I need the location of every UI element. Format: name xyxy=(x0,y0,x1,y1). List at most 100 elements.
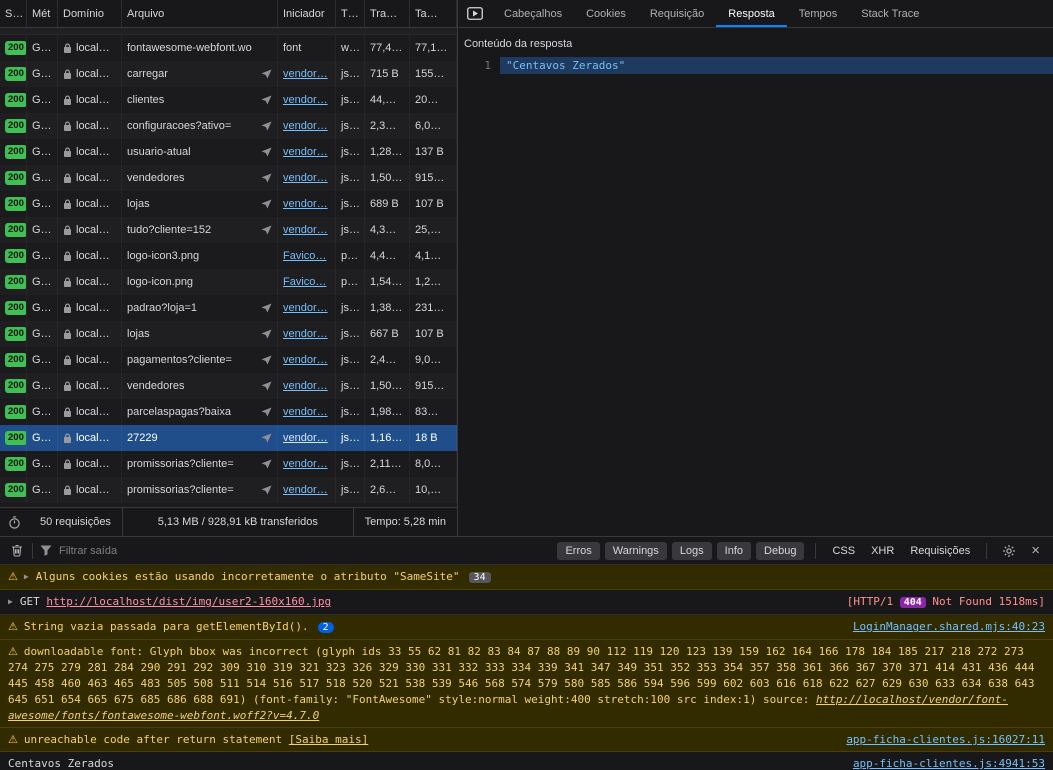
column-header[interactable]: Tra… xyxy=(365,0,410,27)
network-request-row[interactable]: 200 G… local… promissorias?cliente= vend… xyxy=(0,477,457,503)
network-request-row[interactable]: 200 G… local… lojas vendor… js… 667 B 10… xyxy=(0,321,457,347)
initiator-cell[interactable]: vendor… xyxy=(278,113,336,139)
console-message[interactable]: ⚠String vazia passada para getElementByI… xyxy=(0,615,1053,640)
response-line[interactable]: 1 "Centavos Zerados" xyxy=(458,57,1053,74)
initiator-link[interactable]: vendor… xyxy=(283,328,328,340)
source-location-link[interactable]: app-ficha-clientes.js:4941:53 xyxy=(853,757,1045,770)
initiator-cell[interactable]: vendor… xyxy=(278,61,336,87)
initiator-link[interactable]: vendor… xyxy=(283,198,328,210)
console-filter-toggle[interactable]: Info xyxy=(717,542,751,560)
play-panel-icon[interactable] xyxy=(458,0,492,27)
console-filter-toggle[interactable]: Logs xyxy=(672,542,712,560)
network-request-row[interactable]: 200 G… local… logo-icon3.png Favico… p… … xyxy=(0,243,457,269)
details-tab[interactable]: Tempos xyxy=(787,0,850,27)
column-header[interactable]: T… xyxy=(336,0,365,27)
console-message[interactable]: Centavos Zeradosapp-ficha-clientes.js:49… xyxy=(0,752,1053,770)
initiator-cell[interactable]: Favico… xyxy=(278,243,336,269)
initiator-link[interactable]: vendor… xyxy=(283,302,328,314)
console-message[interactable]: ▶GET http://localhost/dist/img/user2-160… xyxy=(0,590,1053,615)
details-tab[interactable]: Stack Trace xyxy=(849,0,931,27)
initiator-cell[interactable]: font xyxy=(278,35,336,61)
initiator-cell[interactable]: vendor… xyxy=(278,87,336,113)
console-filter-toggle[interactable]: Warnings xyxy=(605,542,667,560)
details-tab[interactable]: Cabeçalhos xyxy=(492,0,574,27)
close-split-console-icon[interactable]: × xyxy=(1025,543,1046,558)
expand-caret-icon[interactable]: ▶ xyxy=(8,597,13,606)
network-request-list[interactable]: 200 G… local… fontawesome-webfont.wo fon… xyxy=(0,35,457,507)
initiator-cell[interactable]: vendor… xyxy=(278,295,336,321)
column-header[interactable]: Iniciador xyxy=(278,0,336,27)
initiator-link[interactable]: vendor… xyxy=(283,68,328,80)
network-request-row[interactable]: 200 G… local… configuracoes?ativo= vendo… xyxy=(0,113,457,139)
console-message[interactable]: ⚠downloadable font: Glyph bbox was incor… xyxy=(0,640,1053,728)
column-header[interactable]: Mét xyxy=(27,0,58,27)
expand-caret-icon[interactable]: ▶ xyxy=(24,572,29,581)
initiator-link[interactable]: Favico… xyxy=(283,276,326,288)
initiator-cell[interactable]: vendor… xyxy=(278,139,336,165)
source-location-link[interactable]: LoginManager.shared.mjs:40:23 xyxy=(853,620,1045,633)
initiator-cell[interactable]: Favico… xyxy=(278,269,336,295)
initiator-link[interactable]: vendor… xyxy=(283,458,328,470)
column-header[interactable]: S… xyxy=(0,0,27,27)
network-request-row[interactable]: 200 G… local… usuario-atual vendor… js… … xyxy=(0,139,457,165)
details-tab[interactable]: Resposta xyxy=(716,0,786,27)
console-filter-input[interactable] xyxy=(59,545,249,557)
network-request-row[interactable]: 200 G… local… promissorias?cliente= vend… xyxy=(0,451,457,477)
message-content: ▶GET http://localhost/dist/img/user2-160… xyxy=(8,594,833,610)
initiator-link[interactable]: vendor… xyxy=(283,172,328,184)
initiator-cell[interactable]: vendor… xyxy=(278,451,336,477)
source-location-link[interactable]: app-ficha-clientes.js:16027:11 xyxy=(846,733,1045,746)
network-request-row[interactable]: 200 G… local… pagamentos?cliente= vendor… xyxy=(0,347,457,373)
initiator-cell[interactable]: vendor… xyxy=(278,399,336,425)
initiator-link[interactable]: vendor… xyxy=(283,120,328,132)
network-request-row[interactable]: 200 G… local… carregar vendor… js… 715 B… xyxy=(0,61,457,87)
time-summary: Tempo: 5,28 min xyxy=(353,508,457,536)
details-tab[interactable]: Cookies xyxy=(574,0,638,27)
initiator-cell[interactable]: vendor… xyxy=(278,321,336,347)
column-header[interactable]: Arquivo xyxy=(122,0,278,27)
initiator-link[interactable]: vendor… xyxy=(283,406,328,418)
network-request-row[interactable]: 200 G… local… parcelaspagas?baixa vendor… xyxy=(0,399,457,425)
performance-analysis-icon[interactable] xyxy=(0,508,29,536)
initiator-link[interactable]: vendor… xyxy=(283,94,328,106)
network-request-row[interactable]: 200 G… local… vendedores vendor… js… 1,5… xyxy=(0,165,457,191)
response-section-title[interactable]: Conteúdo da resposta xyxy=(458,28,1053,57)
initiator-link[interactable]: vendor… xyxy=(283,146,328,158)
network-request-row[interactable]: 200 G… local… tudo?cliente=152 vendor… j… xyxy=(0,217,457,243)
column-header[interactable]: Ta… xyxy=(410,0,457,27)
clear-console-icon[interactable] xyxy=(7,537,27,564)
network-request-row[interactable]: 200 G… local… clientes vendor… js… 44,… … xyxy=(0,87,457,113)
details-tab[interactable]: Requisição xyxy=(638,0,716,27)
request-url-link[interactable]: http://localhost/dist/img/user2-160x160.… xyxy=(46,595,331,608)
network-request-row[interactable]: 200 G… local… logo-icon.png Favico… p… 1… xyxy=(0,269,457,295)
initiator-cell[interactable]: vendor… xyxy=(278,217,336,243)
console-filter-toggle[interactable]: Debug xyxy=(756,542,804,560)
console-message[interactable]: ⚠unreachable code after return statement… xyxy=(0,728,1053,752)
console-message[interactable]: ⚠▶Alguns cookies estão usando incorretam… xyxy=(0,565,1053,590)
network-request-row[interactable]: 200 G… local… 27229 vendor… js… 1,16… 18… xyxy=(0,425,457,451)
console-filter-toggle[interactable]: Erros xyxy=(557,542,599,560)
initiator-link[interactable]: vendor… xyxy=(283,354,328,366)
file-name: pagamentos?cliente= xyxy=(127,354,232,366)
network-request-row[interactable]: 200 G… local… padrao?loja=1 vendor… js… … xyxy=(0,295,457,321)
initiator-cell[interactable]: vendor… xyxy=(278,347,336,373)
initiator-cell[interactable]: vendor… xyxy=(278,165,336,191)
initiator-cell[interactable]: vendor… xyxy=(278,373,336,399)
network-request-row[interactable]: 200 G… local… fontawesome-webfont.wo fon… xyxy=(0,35,457,61)
learn-more-link[interactable]: [Saiba mais] xyxy=(289,733,368,746)
network-request-row[interactable]: 200 G… local… lojas vendor… js… 689 B 10… xyxy=(0,191,457,217)
initiator-link[interactable]: vendor… xyxy=(283,484,328,496)
initiator-cell[interactable]: vendor… xyxy=(278,477,336,503)
initiator-cell[interactable]: vendor… xyxy=(278,191,336,217)
initiator-link[interactable]: vendor… xyxy=(283,380,328,392)
initiator-link[interactable]: vendor… xyxy=(283,432,328,444)
network-request-row[interactable]: 200 G… local… vendedores vendor… js… 1,5… xyxy=(0,373,457,399)
console-filter-category[interactable]: CSS xyxy=(827,542,860,560)
console-filter-category[interactable]: Requisições xyxy=(905,542,975,560)
initiator-link[interactable]: Favico… xyxy=(283,250,326,262)
column-header[interactable]: Domínio xyxy=(58,0,122,27)
initiator-link[interactable]: vendor… xyxy=(283,224,328,236)
initiator-cell[interactable]: vendor… xyxy=(278,425,336,451)
console-filter-category[interactable]: XHR xyxy=(866,542,899,560)
console-settings-gear-icon[interactable] xyxy=(998,537,1020,564)
